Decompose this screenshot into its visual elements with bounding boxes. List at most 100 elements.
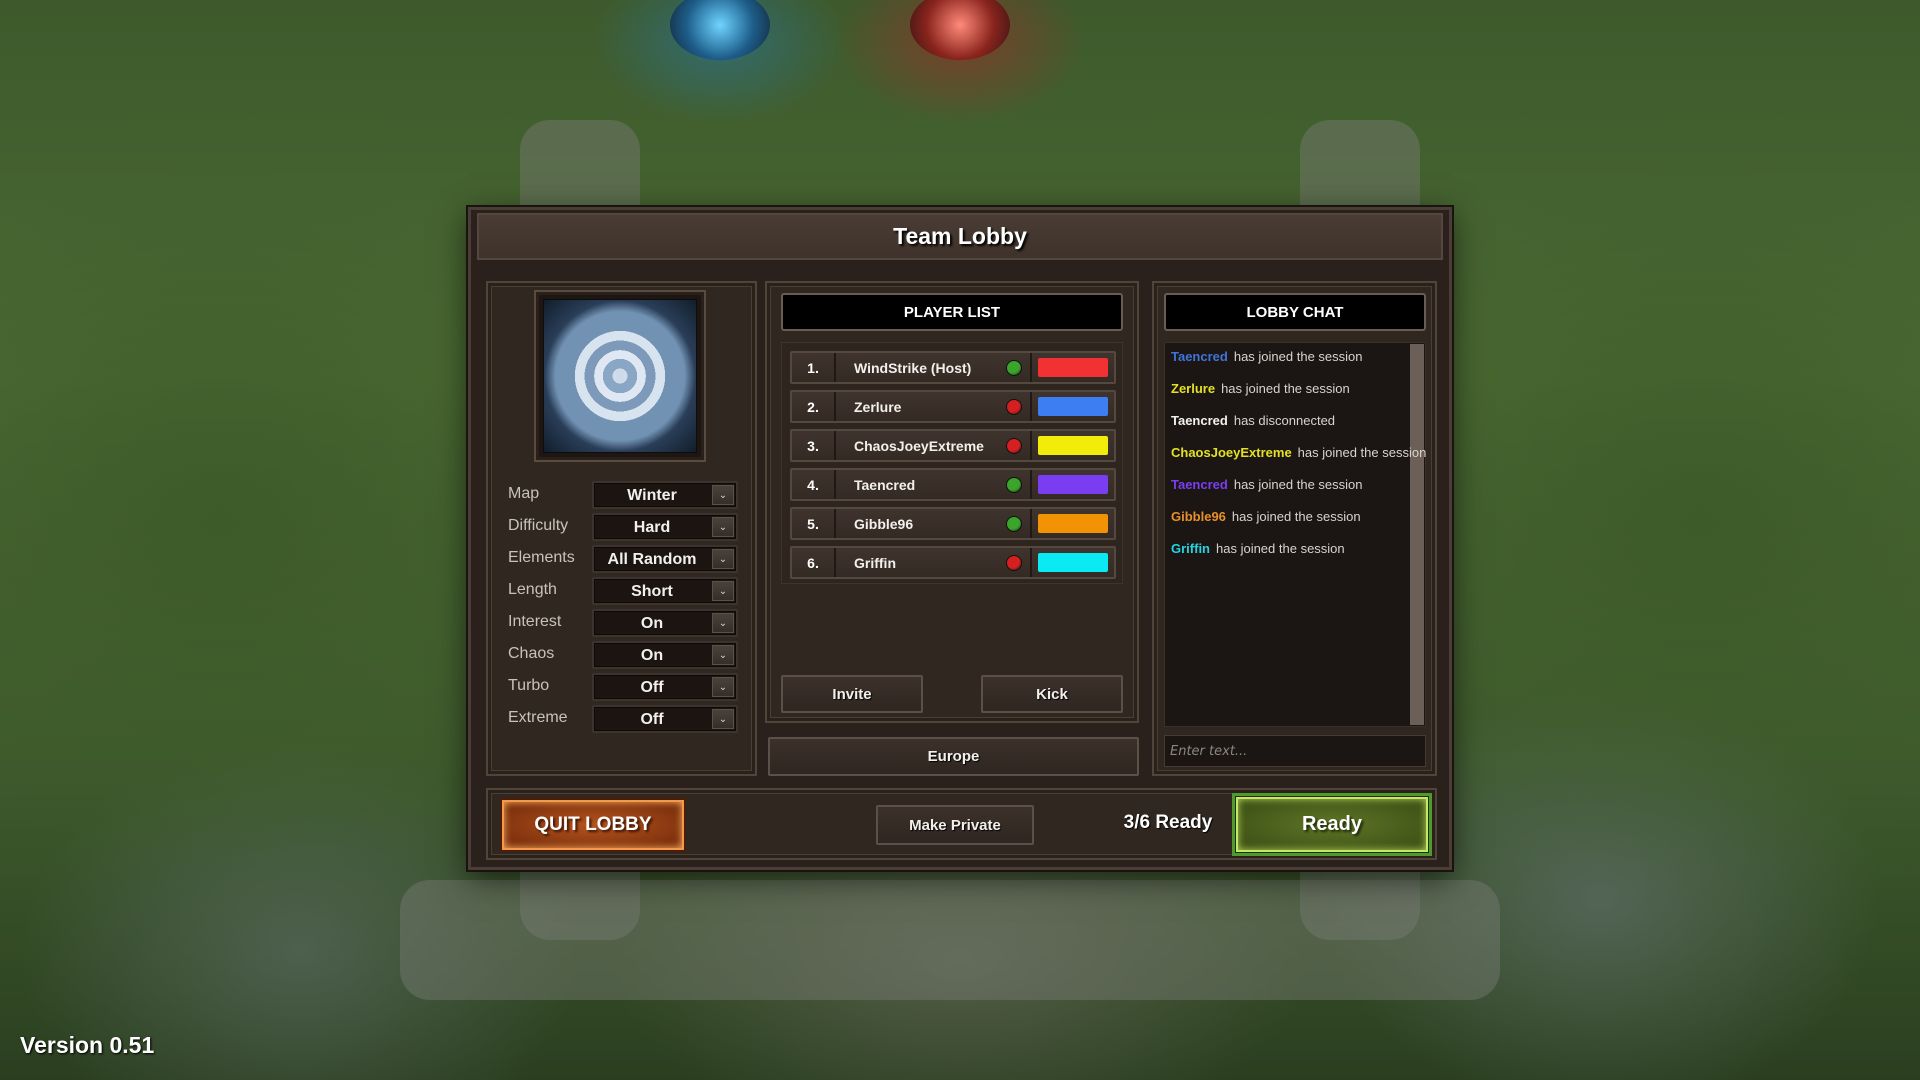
chat-text: has joined the session bbox=[1216, 541, 1345, 556]
blue-portal-decoration bbox=[670, 0, 770, 60]
chat-text: has joined the session bbox=[1231, 509, 1361, 524]
chat-text: has joined the session bbox=[1233, 349, 1363, 364]
team-color-swatch[interactable] bbox=[1038, 553, 1108, 572]
chevron-down-icon[interactable]: ⌄ bbox=[712, 581, 734, 601]
player-name: Zerlure bbox=[854, 399, 902, 415]
chevron-down-icon[interactable]: ⌄ bbox=[712, 485, 734, 505]
setting-row-chaos: Chaos On ⌄ bbox=[488, 641, 755, 669]
chat-log: Taencred has joined the session Zerlure has… bbox=[1164, 342, 1426, 727]
kick-button[interactable]: Kick bbox=[981, 675, 1123, 713]
player-number: 4. bbox=[792, 470, 836, 499]
player-number: 5. bbox=[792, 509, 836, 538]
chat-message: Taencred has disconnected bbox=[1171, 413, 1335, 428]
not-ready-status-icon bbox=[1006, 438, 1022, 454]
dropdown-value: Off bbox=[640, 679, 664, 696]
player-number: 6. bbox=[792, 548, 836, 577]
divider bbox=[1030, 392, 1032, 421]
setting-label: Length bbox=[508, 581, 557, 598]
chat-text: has joined the session bbox=[1233, 477, 1363, 492]
team-color-swatch[interactable] bbox=[1038, 475, 1108, 494]
setting-label: Elements bbox=[508, 549, 575, 566]
player-row[interactable]: 6. Griffin bbox=[790, 546, 1116, 579]
setting-label: Interest bbox=[508, 613, 562, 630]
setting-row-elements: Elements All Random ⌄ bbox=[488, 545, 755, 573]
chaos-dropdown[interactable]: On ⌄ bbox=[592, 641, 738, 669]
chevron-down-icon[interactable]: ⌄ bbox=[712, 709, 734, 729]
dropdown-value: Winter bbox=[627, 487, 677, 504]
player-name: Taencred bbox=[854, 477, 916, 493]
player-name: ChaosJoeyExtreme bbox=[854, 438, 984, 454]
chat-message: Taencred has joined the session bbox=[1171, 349, 1363, 364]
chat-scrollbar[interactable] bbox=[1410, 344, 1424, 725]
player-row[interactable]: 4. Taencred bbox=[790, 468, 1116, 501]
version-label: Version 0.51 bbox=[20, 1032, 155, 1058]
chat-text: has joined the session bbox=[1297, 445, 1427, 460]
player-list: 1. WindStrike (Host) 2. Zerlure 3. ChaosJoeyE… bbox=[781, 342, 1123, 584]
setting-label: Difficulty bbox=[508, 517, 569, 534]
length-dropdown[interactable]: Short ⌄ bbox=[592, 577, 738, 605]
quit-lobby-button[interactable]: QUIT LOBBY bbox=[502, 800, 684, 850]
chevron-down-icon[interactable]: ⌄ bbox=[712, 645, 734, 665]
team-color-swatch[interactable] bbox=[1038, 514, 1108, 533]
player-name: WindStrike (Host) bbox=[854, 360, 972, 376]
lobby-chat-header: LOBBY CHAT bbox=[1164, 293, 1426, 331]
team-color-swatch[interactable] bbox=[1038, 436, 1108, 455]
ready-status-icon bbox=[1006, 477, 1022, 493]
player-row[interactable]: 5. Gibble96 bbox=[790, 507, 1116, 540]
player-number: 3. bbox=[792, 431, 836, 460]
chevron-down-icon[interactable]: ⌄ bbox=[712, 613, 734, 633]
team-color-swatch[interactable] bbox=[1038, 397, 1108, 416]
background-path-bottom bbox=[400, 880, 1500, 1000]
region-selector[interactable]: Europe bbox=[768, 737, 1139, 776]
chevron-down-icon[interactable]: ⌄ bbox=[712, 549, 734, 569]
ready-button[interactable]: Ready bbox=[1232, 793, 1432, 856]
extreme-dropdown[interactable]: Off ⌄ bbox=[592, 705, 738, 733]
chat-text: has disconnected bbox=[1233, 413, 1336, 428]
chevron-down-icon[interactable]: ⌄ bbox=[712, 517, 734, 537]
chevron-down-icon[interactable]: ⌄ bbox=[712, 677, 734, 697]
chat-message: Gibble96 has joined the session bbox=[1171, 509, 1361, 524]
chat-input[interactable] bbox=[1164, 735, 1426, 767]
chat-username: Taencred bbox=[1171, 477, 1228, 492]
divider bbox=[1030, 353, 1032, 382]
chat-message: ChaosJoeyExtreme has joined the session bbox=[1171, 445, 1426, 460]
map-preview-image bbox=[543, 299, 697, 453]
make-private-button[interactable]: Make Private bbox=[876, 805, 1034, 845]
dropdown-value: On bbox=[640, 647, 664, 664]
team-color-swatch[interactable] bbox=[1038, 358, 1108, 377]
dropdown-value: Hard bbox=[633, 519, 671, 536]
ready-status-icon bbox=[1006, 360, 1022, 376]
chat-text: has joined the session bbox=[1221, 381, 1350, 396]
setting-row-turbo: Turbo Off ⌄ bbox=[488, 673, 755, 701]
divider bbox=[1030, 548, 1032, 577]
player-number: 1. bbox=[792, 353, 836, 382]
player-row[interactable]: 1. WindStrike (Host) bbox=[790, 351, 1116, 384]
chat-message: Zerlure has joined the session bbox=[1171, 381, 1350, 396]
player-row[interactable]: 2. Zerlure bbox=[790, 390, 1116, 423]
map-dropdown[interactable]: Winter ⌄ bbox=[592, 481, 738, 509]
chat-message: Taencred has joined the session bbox=[1171, 477, 1363, 492]
setting-row-extreme: Extreme Off ⌄ bbox=[488, 705, 755, 733]
difficulty-dropdown[interactable]: Hard ⌄ bbox=[592, 513, 738, 541]
lobby-chat-panel: LOBBY CHAT Taencred has joined the sessio… bbox=[1152, 281, 1437, 776]
map-preview bbox=[534, 290, 706, 462]
player-row[interactable]: 3. ChaosJoeyExtreme bbox=[790, 429, 1116, 462]
setting-label: Turbo bbox=[508, 677, 550, 694]
setting-row-length: Length Short ⌄ bbox=[488, 577, 755, 605]
divider bbox=[1030, 509, 1032, 538]
player-name: Griffin bbox=[854, 555, 896, 571]
ready-button-label: Ready bbox=[1236, 797, 1428, 852]
invite-button[interactable]: Invite bbox=[781, 675, 923, 713]
player-list-header: PLAYER LIST bbox=[781, 293, 1123, 331]
red-portal-decoration bbox=[910, 0, 1010, 60]
dropdown-value: On bbox=[640, 615, 664, 632]
turbo-dropdown[interactable]: Off ⌄ bbox=[592, 673, 738, 701]
ready-status-icon bbox=[1006, 516, 1022, 532]
chat-username: Gibble96 bbox=[1171, 509, 1226, 524]
setting-row-map: Map Winter ⌄ bbox=[488, 481, 755, 509]
divider bbox=[1030, 470, 1032, 499]
elements-dropdown[interactable]: All Random ⌄ bbox=[592, 545, 738, 573]
interest-dropdown[interactable]: On ⌄ bbox=[592, 609, 738, 637]
team-lobby-window: Team Lobby Map Winter ⌄ Difficulty Hard ⌄ Elem… bbox=[468, 207, 1452, 870]
not-ready-status-icon bbox=[1006, 555, 1022, 571]
